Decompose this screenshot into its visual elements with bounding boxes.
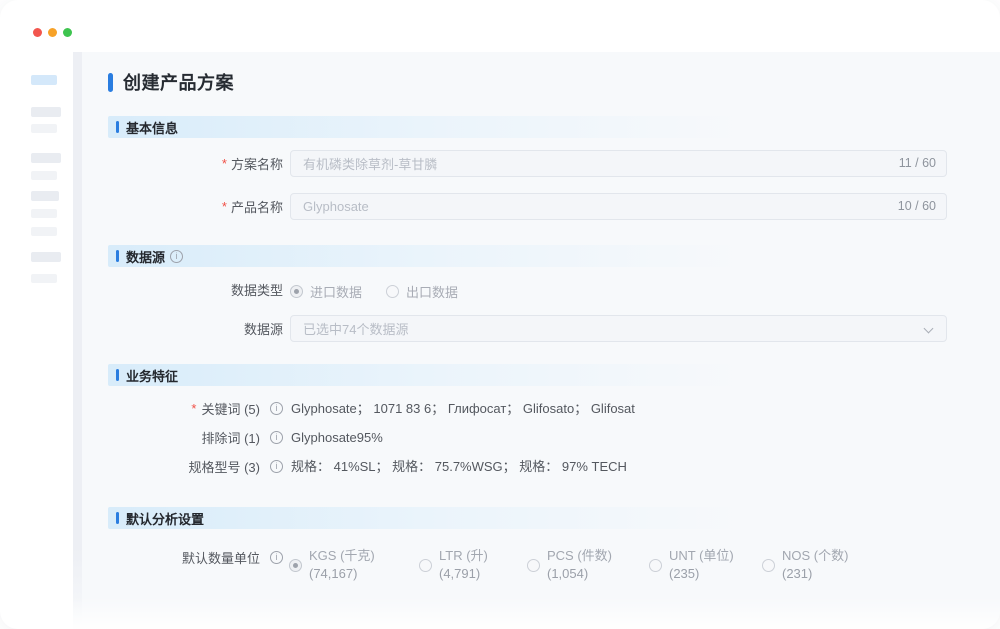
- product-name-input[interactable]: [290, 193, 947, 220]
- sidebar-skeleton-bar: [31, 107, 61, 117]
- sidebar-skeleton-bar: [31, 209, 57, 218]
- section-title: 数据源: [126, 247, 165, 266]
- sidebar-skeleton-bar: [31, 252, 61, 262]
- info-icon[interactable]: i: [270, 402, 283, 415]
- keywords-value: Glyphosate； 1071 83 6； Глифосат； Glifosa…: [291, 401, 635, 416]
- plan-name-label: * 方案名称: [100, 150, 283, 177]
- section-accent-bar: [116, 250, 119, 262]
- data-source-label: 数据源: [100, 315, 283, 342]
- minimize-button[interactable]: [48, 28, 57, 37]
- plan-name-counter: 11 / 60: [899, 150, 936, 177]
- section-accent-bar: [116, 512, 119, 524]
- section-accent-bar: [116, 369, 119, 381]
- sidebar-skeleton-bar: [31, 274, 57, 283]
- radio-selected-icon[interactable]: [289, 559, 302, 572]
- info-icon[interactable]: i: [270, 551, 283, 564]
- exclude-words-label: 排除词 (1) i: [60, 430, 283, 445]
- required-marker: *: [222, 199, 227, 214]
- keywords-label: * 关键词 (5) i: [60, 401, 283, 416]
- section-data-source: 数据源 i: [108, 245, 960, 267]
- info-icon[interactable]: i: [270, 460, 283, 473]
- title-accent-bar: [108, 73, 113, 92]
- spec-models-value: 规格： 41%SL； 规格： 75.7%WSG； 规格： 97% TECH: [291, 459, 627, 474]
- required-marker: *: [191, 401, 196, 416]
- spec-models-label: 规格型号 (3) i: [60, 459, 283, 474]
- unit-option-kgs[interactable]: KGS (千克) (74,167): [289, 547, 375, 583]
- product-name-field: 10 / 60: [290, 193, 947, 220]
- plan-name-field: 11 / 60: [290, 150, 947, 177]
- section-title: 基本信息: [126, 118, 178, 137]
- radio-unselected-icon[interactable]: [419, 559, 432, 572]
- sidebar-skeleton-bar: [31, 124, 57, 133]
- data-source-select[interactable]: 已选中74个数据源: [290, 315, 947, 342]
- product-name-label: * 产品名称: [100, 193, 283, 220]
- unit-option-ltr[interactable]: LTR (升) (4,791): [419, 547, 488, 583]
- app-window: 创建产品方案 基本信息 * 方案名称 11 / 60 * 产品名称 10 / 6…: [0, 0, 1000, 629]
- page-title-text: 创建产品方案: [123, 69, 234, 95]
- data-type-radio-group: 进口数据 出口数据: [290, 282, 458, 301]
- exclude-words-value: Glyphosate95%: [291, 430, 383, 445]
- sidebar-skeleton-bar: [31, 75, 57, 85]
- zoom-button[interactable]: [63, 28, 72, 37]
- close-button[interactable]: [33, 28, 42, 37]
- chevron-down-icon: [924, 324, 934, 334]
- section-title: 业务特征: [126, 366, 178, 385]
- section-title: 默认分析设置: [126, 509, 204, 528]
- page-title: 创建产品方案: [108, 71, 234, 93]
- sidebar-skeleton-bar: [31, 227, 57, 236]
- radio-unselected-icon[interactable]: [386, 285, 399, 298]
- radio-unselected-icon[interactable]: [649, 559, 662, 572]
- section-basic-info: 基本信息: [108, 116, 960, 138]
- unit-option-pcs[interactable]: PCS (件数) (1,054): [527, 547, 612, 583]
- section-accent-bar: [116, 121, 119, 133]
- data-source-select-value: 已选中74个数据源: [303, 319, 408, 338]
- required-marker: *: [222, 156, 227, 171]
- section-default-settings: 默认分析设置: [108, 507, 960, 529]
- radio-unselected-icon[interactable]: [762, 559, 775, 572]
- section-business-features: 业务特征: [108, 364, 960, 386]
- window-controls: [33, 28, 72, 37]
- sidebar-skeleton-bar: [31, 171, 57, 180]
- radio-option-import[interactable]: 进口数据: [290, 282, 362, 301]
- panel-left-divider: [73, 52, 82, 629]
- sidebar-skeleton-bar: [31, 153, 61, 163]
- info-icon[interactable]: i: [170, 250, 183, 263]
- sidebar-skeleton-bar: [31, 191, 59, 201]
- unit-option-nos[interactable]: NOS (个数) (231): [762, 547, 848, 583]
- unit-option-unt[interactable]: UNT (单位) (235): [649, 547, 734, 583]
- plan-name-input[interactable]: [290, 150, 947, 177]
- radio-unselected-icon[interactable]: [527, 559, 540, 572]
- radio-selected-icon[interactable]: [290, 285, 303, 298]
- radio-option-export[interactable]: 出口数据: [386, 282, 458, 301]
- data-type-label: 数据类型: [100, 276, 283, 303]
- product-name-counter: 10 / 60: [898, 193, 936, 220]
- default-unit-label: 默认数量单位 i: [60, 550, 283, 565]
- info-icon[interactable]: i: [270, 431, 283, 444]
